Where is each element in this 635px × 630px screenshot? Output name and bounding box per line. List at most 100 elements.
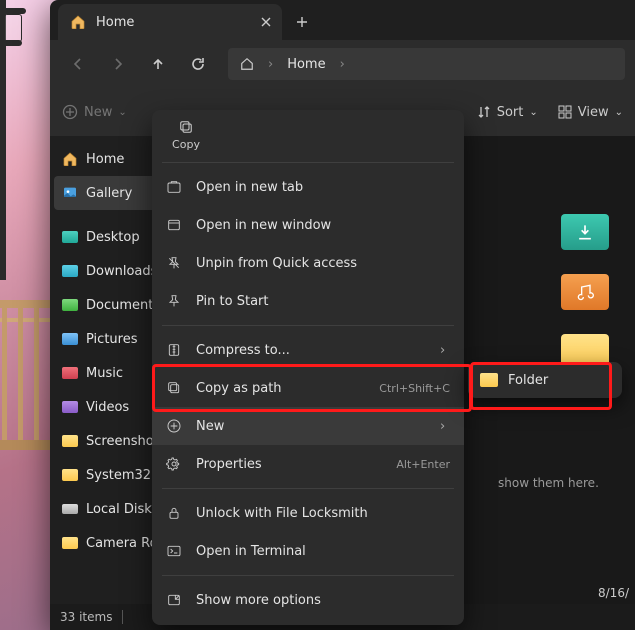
railing-illustration xyxy=(0,300,50,450)
new-label: New xyxy=(84,105,112,120)
tab-home[interactable]: Home xyxy=(58,4,282,40)
ctx-open-in-terminal[interactable]: Open in Terminal xyxy=(152,532,464,570)
refresh-button[interactable] xyxy=(180,46,216,82)
tab-icon xyxy=(166,179,182,195)
sidebar-item-label: Desktop xyxy=(86,230,140,245)
plus-circle-icon xyxy=(166,418,182,434)
divider xyxy=(122,610,123,624)
up-button[interactable] xyxy=(140,46,176,82)
ctx-label: Show more options xyxy=(196,593,450,608)
sidebar-item-label: Videos xyxy=(86,400,129,415)
folder-icon xyxy=(480,373,498,387)
gallery-icon xyxy=(62,185,78,201)
favorite-downloads[interactable] xyxy=(557,214,613,250)
home-icon xyxy=(240,57,254,71)
ctx-label: Open in Terminal xyxy=(196,544,450,559)
ctx-shortcut: Ctrl+Shift+C xyxy=(379,382,450,395)
chevron-right-icon: › xyxy=(440,343,450,358)
folder-icon xyxy=(62,299,78,311)
ctx-pin-to-start[interactable]: Pin to Start xyxy=(152,282,464,320)
ctx-label: Open in new tab xyxy=(196,180,450,195)
folder-icon xyxy=(62,401,78,413)
context-copy-button[interactable]: Copy xyxy=(152,116,206,157)
view-menu-button[interactable]: View ⌄ xyxy=(558,105,623,120)
new-submenu: Folder xyxy=(468,362,622,398)
folder-icon xyxy=(62,435,78,447)
sort-menu-button[interactable]: Sort ⌄ xyxy=(477,105,538,120)
folder-icon xyxy=(62,537,78,549)
ctx-compress-to[interactable]: Compress to... › xyxy=(152,331,464,369)
ctx-unlock-file-locksmith[interactable]: Unlock with File Locksmith xyxy=(152,494,464,532)
sidebar-item-label: System32 xyxy=(86,468,151,483)
ctx-label: Copy as path xyxy=(196,381,365,396)
sort-label: Sort xyxy=(497,105,524,120)
close-tab-icon[interactable] xyxy=(260,16,272,28)
chevron-down-icon: ⌄ xyxy=(529,107,537,118)
drive-date: 8/16/ xyxy=(598,586,629,600)
home-icon xyxy=(62,151,78,167)
ctx-shortcut: Alt+Enter xyxy=(396,458,450,471)
forward-button[interactable] xyxy=(100,46,136,82)
folder-icon xyxy=(62,231,78,243)
properties-icon xyxy=(166,456,182,472)
downloads-folder-icon xyxy=(561,214,609,250)
ctx-label: Compress to... xyxy=(196,343,426,358)
pin-icon xyxy=(166,293,182,309)
ctx-new[interactable]: New › xyxy=(152,407,464,445)
new-tab-button[interactable] xyxy=(282,4,322,40)
breadcrumb-bar[interactable]: › Home › xyxy=(228,48,625,80)
copy-path-icon xyxy=(166,380,182,396)
ctx-copy-as-path[interactable]: Copy as path Ctrl+Shift+C xyxy=(152,369,464,407)
copy-label: Copy xyxy=(172,138,200,151)
folder-icon xyxy=(62,265,78,277)
ctx-label: Open in new window xyxy=(196,218,450,233)
folder-icon xyxy=(62,469,78,481)
streetlamp-illustration xyxy=(0,0,30,280)
ctx-label: Pin to Start xyxy=(196,294,450,309)
unpin-icon xyxy=(166,255,182,271)
title-bar: Home xyxy=(50,0,635,40)
tab-title: Home xyxy=(96,15,134,30)
sidebar-item-label: Pictures xyxy=(86,332,137,347)
music-folder-icon xyxy=(561,274,609,310)
context-menu: Copy Open in new tab Open in new window … xyxy=(152,110,464,625)
ctx-show-more-options[interactable]: Show more options xyxy=(152,581,464,619)
ctx-label: Properties xyxy=(196,457,382,472)
flyout-folder[interactable]: Folder xyxy=(508,373,548,388)
terminal-icon xyxy=(166,543,182,559)
ctx-label: Unlock with File Locksmith xyxy=(196,506,450,521)
folder-icon xyxy=(62,333,78,345)
ctx-label: Unpin from Quick access xyxy=(196,256,450,271)
sidebar-item-label: Gallery xyxy=(86,186,132,201)
sidebar-item-label: Local Disk xyxy=(86,502,152,517)
back-button[interactable] xyxy=(60,46,96,82)
lock-icon xyxy=(166,505,182,521)
more-icon xyxy=(166,592,182,608)
home-icon xyxy=(70,14,86,30)
empty-hint: show them here. xyxy=(498,476,599,490)
chevron-right-icon: › xyxy=(340,57,345,72)
disk-icon xyxy=(62,504,78,514)
sidebar-item-label: Downloads xyxy=(86,264,157,279)
compress-icon xyxy=(166,342,182,358)
chevron-down-icon: ⌄ xyxy=(615,107,623,118)
folder-icon xyxy=(62,367,78,379)
chevron-right-icon: › xyxy=(268,57,273,72)
ctx-properties[interactable]: Properties Alt+Enter xyxy=(152,445,464,483)
chevron-down-icon: ⌄ xyxy=(118,107,126,118)
ctx-unpin-quick-access[interactable]: Unpin from Quick access xyxy=(152,244,464,282)
ctx-open-new-tab[interactable]: Open in new tab xyxy=(152,168,464,206)
favorite-music[interactable] xyxy=(557,274,613,310)
sidebar-item-label: Documents xyxy=(86,298,160,313)
sidebar-item-label: Home xyxy=(86,152,124,167)
sidebar-item-label: Music xyxy=(86,366,123,381)
item-count: 33 items xyxy=(60,610,112,624)
window-icon xyxy=(166,217,182,233)
view-label: View xyxy=(578,105,609,120)
chevron-right-icon: › xyxy=(440,419,450,434)
breadcrumb-home[interactable]: Home xyxy=(287,57,325,72)
ctx-label: New xyxy=(196,419,426,434)
nav-toolbar: › Home › xyxy=(50,40,635,88)
ctx-open-new-window[interactable]: Open in new window xyxy=(152,206,464,244)
new-menu-button[interactable]: New ⌄ xyxy=(62,104,127,120)
